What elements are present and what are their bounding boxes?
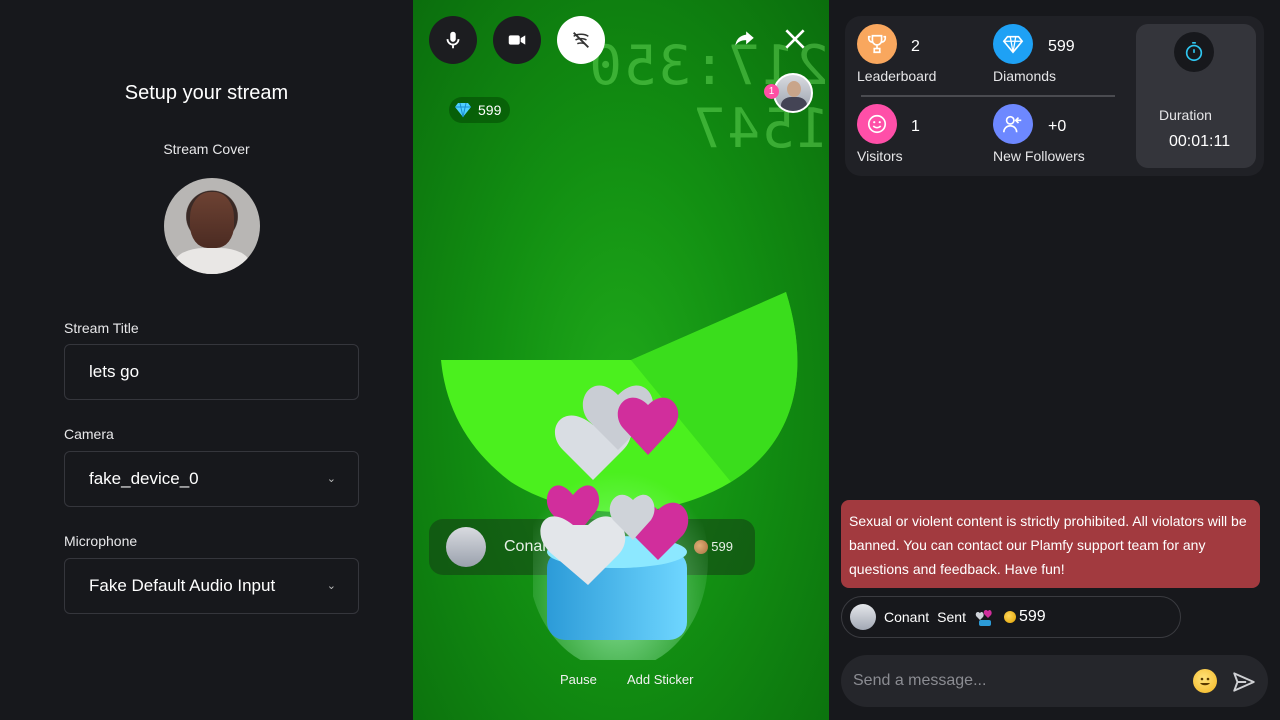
diamonds-badge[interactable] xyxy=(993,24,1033,64)
camera-value: fake_device_0 xyxy=(89,469,199,488)
chat-user-name: Conant xyxy=(884,609,930,625)
microphone-toggle-button[interactable] xyxy=(429,16,477,64)
viewer-count-badge: 1 xyxy=(764,84,779,99)
stream-cover-label: Stream Cover xyxy=(163,141,250,157)
chat-gift-amount: 599 xyxy=(1003,608,1046,626)
diamond-counter: 599 xyxy=(449,97,511,123)
pause-button[interactable]: Pause xyxy=(560,672,597,687)
camera-toggle-button[interactable] xyxy=(493,16,541,64)
setup-title: Setup your stream xyxy=(124,82,289,104)
message-input[interactable] xyxy=(853,667,1173,695)
viewer-avatar[interactable] xyxy=(773,73,813,113)
add-sticker-button[interactable]: Add Sticker xyxy=(627,672,693,687)
stream-title-value: lets go xyxy=(89,362,140,381)
chevron-down-icon: ⌄ xyxy=(326,473,336,485)
gift-sender-avatar xyxy=(446,527,486,567)
chat-user-avatar xyxy=(850,604,876,630)
chevron-down-icon: ⌄ xyxy=(326,580,336,592)
chat-gift-amount-value: 599 xyxy=(1018,608,1046,625)
microphone-label: Microphone xyxy=(64,533,138,549)
stopwatch-badge xyxy=(1174,32,1214,72)
duration-label: Duration xyxy=(1159,107,1212,123)
camera-select[interactable]: fake_device_0 ⌄ xyxy=(64,451,359,507)
send-icon[interactable] xyxy=(1231,669,1257,695)
stream-sidebar: 2 Leaderboard 599 Diamonds 1 Visitors +0… xyxy=(829,0,1280,720)
diamond-icon xyxy=(1002,35,1024,54)
coin-icon xyxy=(1003,611,1016,623)
microphone-icon xyxy=(446,31,460,49)
effects-off-icon xyxy=(573,32,589,48)
diamond-icon xyxy=(455,102,471,118)
stream-title-label: Stream Title xyxy=(64,320,139,336)
smiley-icon xyxy=(867,114,887,134)
diamond-count: 599 xyxy=(478,102,502,118)
visitors-value: 1 xyxy=(911,118,920,135)
emoji-icon[interactable] xyxy=(1193,669,1217,693)
stats-divider xyxy=(861,95,1115,97)
leaderboard-value: 2 xyxy=(911,38,920,55)
leaderboard-label: Leaderboard xyxy=(857,68,937,84)
cover-figure-shirt xyxy=(174,248,250,274)
duration-card: Duration 00:01:11 xyxy=(1136,24,1256,168)
share-icon[interactable] xyxy=(731,26,757,52)
close-icon[interactable] xyxy=(782,26,808,52)
leaderboard-badge[interactable] xyxy=(857,24,897,64)
followers-value: +0 xyxy=(1048,118,1067,135)
stream-stats-card: 2 Leaderboard 599 Diamonds 1 Visitors +0… xyxy=(845,16,1264,176)
followers-badge[interactable] xyxy=(993,104,1033,144)
camera-label: Camera xyxy=(64,426,114,442)
video-camera-icon xyxy=(508,35,526,45)
microphone-value: Fake Default Audio Input xyxy=(89,576,276,595)
followers-label: New Followers xyxy=(993,148,1085,164)
diamonds-value: 599 xyxy=(1048,38,1075,55)
chat-message-action: Sent xyxy=(937,609,966,625)
stream-preview: 217:350 1547 1 599 Conant 599 Pause Add … xyxy=(413,0,829,720)
setup-panel: Setup your stream Stream Cover Stream Ti… xyxy=(0,0,413,720)
stream-title-input[interactable]: lets go xyxy=(64,344,359,400)
trophy-icon xyxy=(867,34,887,54)
app-root: Setup your stream Stream Cover Stream Ti… xyxy=(0,0,1280,720)
gift-balloon-icon xyxy=(975,609,992,626)
message-composer xyxy=(841,655,1268,707)
gift-amount-value: 599 xyxy=(711,539,733,554)
effects-toggle-button[interactable] xyxy=(557,16,605,64)
chat-message: Conant Sent 599 xyxy=(841,596,1181,638)
stopwatch-icon xyxy=(1185,42,1203,62)
diamonds-label: Diamonds xyxy=(993,68,1057,84)
community-guidelines-notice: Sexual or violent content is strictly pr… xyxy=(841,500,1260,588)
visitors-label: Visitors xyxy=(857,148,903,164)
follower-icon xyxy=(1003,115,1022,133)
microphone-select[interactable]: Fake Default Audio Input ⌄ xyxy=(64,558,359,614)
balloon-gift-animation xyxy=(533,385,708,660)
visitors-badge[interactable] xyxy=(857,104,897,144)
stream-cover-image[interactable] xyxy=(164,178,260,274)
cover-figure-face xyxy=(190,192,234,248)
duration-value: 00:01:11 xyxy=(1169,133,1231,150)
